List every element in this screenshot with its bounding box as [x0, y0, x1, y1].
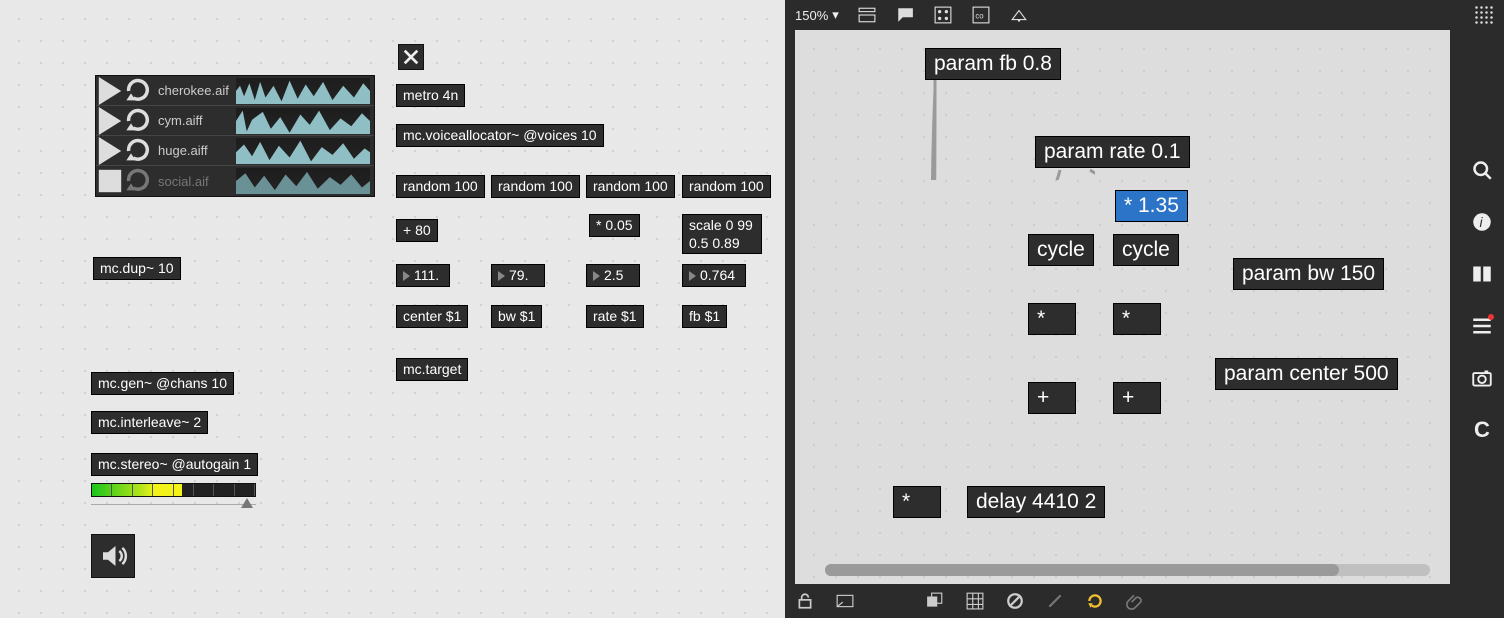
- grid-icon[interactable]: [1474, 5, 1494, 25]
- level-meter: [91, 483, 256, 497]
- chevron-down-icon: ▾: [832, 7, 839, 23]
- number-box[interactable]: 111.: [396, 264, 450, 287]
- param-center-object[interactable]: param center 500: [1215, 358, 1398, 390]
- list-icon[interactable]: [1472, 316, 1492, 336]
- mult-object[interactable]: * 0.05: [589, 214, 640, 237]
- waveform: [236, 138, 370, 164]
- scale-object[interactable]: scale 0 99 0.5 0.89: [682, 214, 762, 254]
- clip-icon[interactable]: [803, 281, 823, 301]
- camera-icon[interactable]: [1472, 368, 1492, 388]
- playlist-row[interactable]: social.aif: [96, 166, 374, 196]
- refresh-icon[interactable]: [1085, 591, 1105, 611]
- search-icon[interactable]: [1472, 160, 1492, 180]
- cube-icon[interactable]: [803, 185, 823, 205]
- waveform: [236, 108, 370, 134]
- svg-text:co: co: [975, 11, 984, 20]
- mult-object[interactable]: *: [1028, 303, 1076, 335]
- stop-icon[interactable]: [96, 167, 124, 195]
- plus-object[interactable]: + 80: [396, 219, 438, 242]
- mc-interleave-object[interactable]: mc.interleave~ 2: [91, 411, 208, 434]
- loop-icon[interactable]: [124, 137, 152, 165]
- grid-toggle-icon[interactable]: [965, 591, 985, 611]
- delay-object[interactable]: delay 4410 2: [967, 486, 1105, 518]
- plus-object[interactable]: +: [1113, 382, 1161, 414]
- wand-icon[interactable]: [1045, 591, 1065, 611]
- number-box[interactable]: 0.764: [682, 264, 746, 287]
- random-object[interactable]: random 100: [682, 175, 771, 198]
- loop-icon[interactable]: [124, 107, 152, 135]
- message-box[interactable]: bw $1: [491, 305, 542, 328]
- playlist-row[interactable]: cherokee.aif: [96, 76, 374, 106]
- random-object[interactable]: random 100: [586, 175, 675, 198]
- file-label: social.aif: [152, 174, 234, 189]
- mc-stereo-object[interactable]: mc.stereo~ @autogain 1: [91, 453, 258, 476]
- left-patcher-canvas[interactable]: cherokee.aif cym.aiff huge.aiff social.a…: [0, 0, 785, 618]
- mc-target-object[interactable]: mc.target: [396, 358, 468, 381]
- columns-icon[interactable]: [1472, 264, 1492, 284]
- message-box[interactable]: center $1: [396, 305, 468, 328]
- cycle-object[interactable]: cycle: [1028, 234, 1094, 266]
- windows-icon[interactable]: [925, 591, 945, 611]
- mult-object[interactable]: *: [1113, 303, 1161, 335]
- message-box[interactable]: fb $1: [682, 305, 727, 328]
- mult-1-35-object[interactable]: * 1.35: [1115, 190, 1188, 222]
- code-icon[interactable]: co: [971, 5, 991, 25]
- param-rate-object[interactable]: param rate 0.1: [1035, 136, 1190, 168]
- cycle-object[interactable]: cycle: [1113, 234, 1179, 266]
- playlist[interactable]: cherokee.aif cym.aiff huge.aiff social.a…: [95, 75, 375, 197]
- number-box[interactable]: 2.5: [586, 264, 640, 287]
- random-object[interactable]: random 100: [396, 175, 485, 198]
- message-box[interactable]: rate $1: [586, 305, 644, 328]
- play-icon[interactable]: [96, 137, 124, 165]
- playlist-row[interactable]: huge.aiff: [96, 136, 374, 166]
- ezdac-speaker[interactable]: [91, 534, 135, 578]
- presentation-icon[interactable]: [835, 591, 855, 611]
- number-box[interactable]: 79.: [491, 264, 545, 287]
- playlist-row[interactable]: cym.aiff: [96, 106, 374, 136]
- paint-icon[interactable]: [1009, 5, 1029, 25]
- lock-icon[interactable]: [795, 591, 815, 611]
- play-icon[interactable]: [96, 107, 124, 135]
- mc-gen-object[interactable]: mc.gen~ @chans 10: [91, 372, 234, 395]
- mult-object[interactable]: *: [893, 486, 941, 518]
- attach-icon[interactable]: [1125, 591, 1145, 611]
- random-object[interactable]: random 100: [491, 175, 580, 198]
- waveform: [236, 168, 370, 194]
- zoom-menu[interactable]: 150%▾: [795, 7, 839, 23]
- null-icon[interactable]: [1005, 591, 1025, 611]
- comment-icon[interactable]: [895, 5, 915, 25]
- param-fb-object[interactable]: param fb 0.8: [925, 48, 1061, 80]
- play-icon[interactable]: [96, 77, 124, 105]
- param-bw-object[interactable]: param bw 150: [1233, 258, 1384, 290]
- loop-icon[interactable]: [124, 167, 152, 195]
- gen-patcher-canvas[interactable]: param fb 0.8 param rate 0.1 * 1.35 cycle…: [795, 30, 1450, 584]
- gen-toolbar-top: 150%▾ co: [785, 0, 1504, 30]
- waveform: [236, 78, 370, 104]
- file-label: cym.aiff: [152, 113, 234, 128]
- horizontal-scrollbar[interactable]: [825, 564, 1430, 576]
- gain-slider[interactable]: [91, 500, 256, 510]
- loop-icon[interactable]: [124, 77, 152, 105]
- info-icon[interactable]: i: [1472, 212, 1492, 232]
- plus-object[interactable]: +: [1028, 382, 1076, 414]
- dice-icon[interactable]: [933, 5, 953, 25]
- metro-object[interactable]: metro 4n: [396, 84, 465, 107]
- target-icon[interactable]: [803, 233, 823, 253]
- file-label: cherokee.aif: [152, 83, 234, 98]
- file-label: huge.aiff: [152, 143, 234, 158]
- layout-icon[interactable]: [857, 5, 877, 25]
- mc-dup-object[interactable]: mc.dup~ 10: [93, 257, 181, 280]
- toggle-box[interactable]: [398, 44, 424, 70]
- gen-toolbar-bottom: [785, 584, 1504, 618]
- voiceallocator-object[interactable]: mc.voiceallocator~ @voices 10: [396, 124, 604, 147]
- c-icon[interactable]: C: [1472, 420, 1492, 440]
- right-inspector-rail: i C: [1460, 30, 1504, 584]
